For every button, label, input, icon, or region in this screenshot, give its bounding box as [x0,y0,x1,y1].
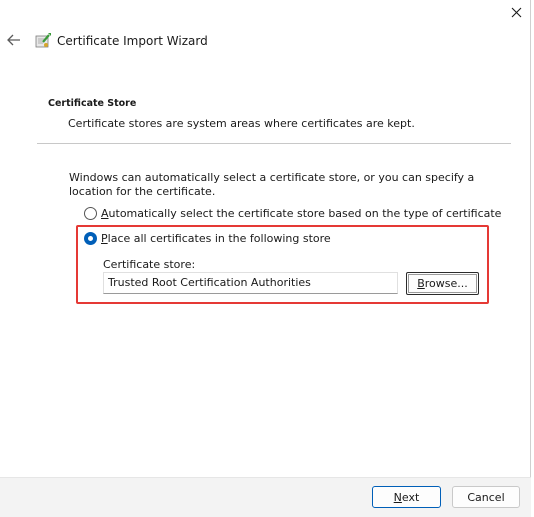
auto-select-option[interactable]: Automatically select the certificate sto… [84,207,501,220]
intro-text: Windows can automatically select a certi… [69,171,475,198]
certificate-store-label: Certificate store: [103,258,196,271]
separator [37,143,511,144]
close-icon [511,7,522,17]
section-title: Certificate Store [48,98,137,109]
cancel-button[interactable]: Cancel [452,486,520,508]
section-description: Certificate stores are system areas wher… [68,117,415,130]
back-button[interactable] [4,30,24,50]
auto-select-label: Automatically select the certificate sto… [101,207,502,220]
window-title: Certificate Import Wizard [57,34,208,48]
close-button[interactable] [502,0,531,24]
certificate-store-field[interactable]: Trusted Root Certification Authorities [103,272,398,294]
certificate-icon [35,33,51,48]
wizard-window: Certificate Import Wizard Certificate St… [0,0,531,517]
back-arrow-icon [7,34,20,46]
auto-select-radio[interactable] [84,207,97,220]
next-button[interactable]: Next [372,486,441,508]
browse-button[interactable]: Browse... [406,272,479,295]
